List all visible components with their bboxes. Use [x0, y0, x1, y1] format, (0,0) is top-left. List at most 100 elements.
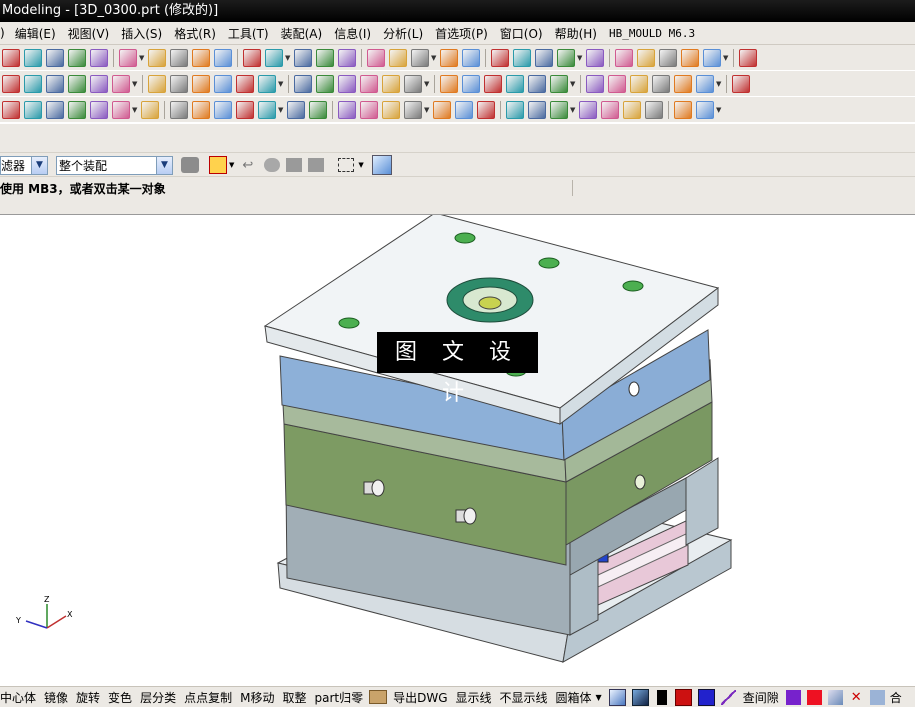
zoom-window-icon[interactable]: [265, 48, 283, 67]
chevron-down-icon[interactable]: ▼: [424, 80, 431, 88]
hole-icon[interactable]: [192, 74, 210, 93]
explode-icon[interactable]: [477, 100, 495, 119]
graphics-window[interactable]: Z X Y: [0, 215, 915, 685]
menu-insert[interactable]: 插入(S): [115, 25, 168, 42]
tool-last[interactable]: 合: [888, 689, 902, 706]
menu-window[interactable]: 窗口(O): [494, 25, 549, 42]
axis-icon[interactable]: [739, 48, 757, 67]
cut-icon[interactable]: [68, 48, 86, 67]
angle-icon[interactable]: [236, 100, 254, 119]
cavity-icon[interactable]: [645, 100, 663, 119]
tool-show-lines[interactable]: 显示线: [452, 689, 496, 706]
chevron-down-icon[interactable]: ▼: [431, 54, 438, 62]
select-cube-icon[interactable]: [371, 155, 392, 175]
csys-icon[interactable]: [659, 48, 677, 67]
sweep-icon[interactable]: [148, 74, 166, 93]
shaded-cube-icon[interactable]: [389, 48, 407, 67]
frame2-icon[interactable]: [338, 100, 356, 119]
menu-analysis[interactable]: 分析(L): [377, 25, 429, 42]
type-filter-combo[interactable]: 滤器 ▼: [0, 155, 48, 175]
red-square-icon[interactable]: [806, 689, 822, 705]
grid-icon[interactable]: [24, 100, 42, 119]
delete-icon[interactable]: [148, 48, 166, 67]
extrude-icon[interactable]: [90, 74, 108, 93]
tool-layer-category[interactable]: 层分类: [136, 689, 180, 706]
frame-icon[interactable]: [462, 48, 480, 67]
box-icon[interactable]: [170, 100, 188, 119]
wrench-icon[interactable]: [214, 48, 232, 67]
sequence-icon[interactable]: [506, 100, 524, 119]
arrangement-icon[interactable]: [601, 100, 619, 119]
mate-icon[interactable]: [433, 100, 451, 119]
sew-icon[interactable]: [440, 74, 458, 93]
open-icon[interactable]: [24, 48, 42, 67]
tool-recolor[interactable]: 变色: [104, 689, 136, 706]
chevron-down-icon[interactable]: ▼: [139, 54, 146, 62]
delete-red-icon[interactable]: [287, 100, 305, 119]
purple-cube-icon[interactable]: [785, 689, 801, 705]
variable-blend-icon[interactable]: [24, 74, 42, 93]
chevron-down-icon[interactable]: ▼: [132, 106, 139, 114]
slot-icon[interactable]: [294, 74, 312, 93]
revolve-icon[interactable]: [112, 74, 130, 93]
groove-icon[interactable]: [316, 74, 334, 93]
table-icon[interactable]: [68, 100, 86, 119]
tool-mirror[interactable]: 镜像: [40, 689, 72, 706]
fit-icon[interactable]: [243, 48, 261, 67]
lights-icon[interactable]: [440, 48, 458, 67]
chevron-down-icon[interactable]: ▼: [570, 106, 577, 114]
circle-icon[interactable]: [112, 100, 130, 119]
menu-tools[interactable]: 工具(T): [222, 25, 275, 42]
pull-icon[interactable]: [513, 48, 531, 67]
color-icon[interactable]: [46, 100, 64, 119]
chevron-down-icon[interactable]: ▼: [577, 54, 584, 62]
chevron-down-icon[interactable]: ▼: [723, 54, 730, 62]
shaded-cube-icon[interactable]: [608, 688, 626, 706]
erase-icon[interactable]: [258, 100, 276, 119]
stack-icon[interactable]: [192, 100, 210, 119]
chevron-down-icon[interactable]: ▼: [31, 156, 47, 174]
chevron-down-icon[interactable]: ▼: [278, 80, 285, 88]
scale-icon[interactable]: [703, 48, 721, 67]
redo-icon[interactable]: [192, 48, 210, 67]
slash-icon[interactable]: [90, 100, 108, 119]
chevron-down-icon[interactable]: ▼: [285, 54, 292, 62]
pocket-icon[interactable]: [236, 74, 254, 93]
chevron-down-icon[interactable]: ▼: [132, 80, 139, 88]
tube-icon[interactable]: [404, 74, 422, 93]
boss-icon[interactable]: [214, 74, 232, 93]
menu-format[interactable]: 格式(R): [168, 25, 222, 42]
scope-filter-combo[interactable]: 整个装配 ▼: [56, 155, 173, 175]
mould-assembly-model[interactable]: Z X Y: [0, 215, 915, 685]
hatch-icon[interactable]: [141, 100, 159, 119]
point-icon[interactable]: [637, 48, 655, 67]
spline-icon[interactable]: [696, 74, 714, 93]
chevron-down-icon[interactable]: ▼: [278, 106, 285, 114]
measure-icon[interactable]: [214, 100, 232, 119]
offset-icon[interactable]: [550, 74, 568, 93]
arc-icon[interactable]: [652, 74, 670, 93]
new-icon[interactable]: [2, 48, 20, 67]
chevron-down-icon[interactable]: ▼: [596, 693, 602, 702]
add-component-icon[interactable]: [404, 100, 422, 119]
wcs-icon[interactable]: [615, 48, 633, 67]
curve-icon[interactable]: [720, 689, 736, 705]
line-red-icon[interactable]: [674, 100, 692, 119]
tool-m-move[interactable]: M移动: [236, 689, 278, 706]
blend-icon[interactable]: [2, 74, 20, 93]
assembly-icon[interactable]: [360, 100, 378, 119]
menu-edit[interactable]: 编辑(E): [9, 25, 62, 42]
zoom-icon[interactable]: [294, 48, 312, 67]
thicken-icon[interactable]: [46, 74, 64, 93]
draft-icon[interactable]: [170, 74, 188, 93]
menu-assembly[interactable]: 装配(A): [275, 25, 329, 42]
line-icon[interactable]: [630, 74, 648, 93]
export-icon[interactable]: [369, 690, 388, 704]
cylinder-icon[interactable]: [360, 74, 378, 93]
save-icon[interactable]: [46, 48, 64, 67]
cross-icon[interactable]: ✕: [849, 690, 864, 705]
wave-icon[interactable]: [550, 100, 568, 119]
chevron-down-icon[interactable]: ▼: [229, 161, 234, 169]
chevron-down-icon[interactable]: ▼: [570, 80, 577, 88]
pan-icon[interactable]: [338, 48, 356, 67]
